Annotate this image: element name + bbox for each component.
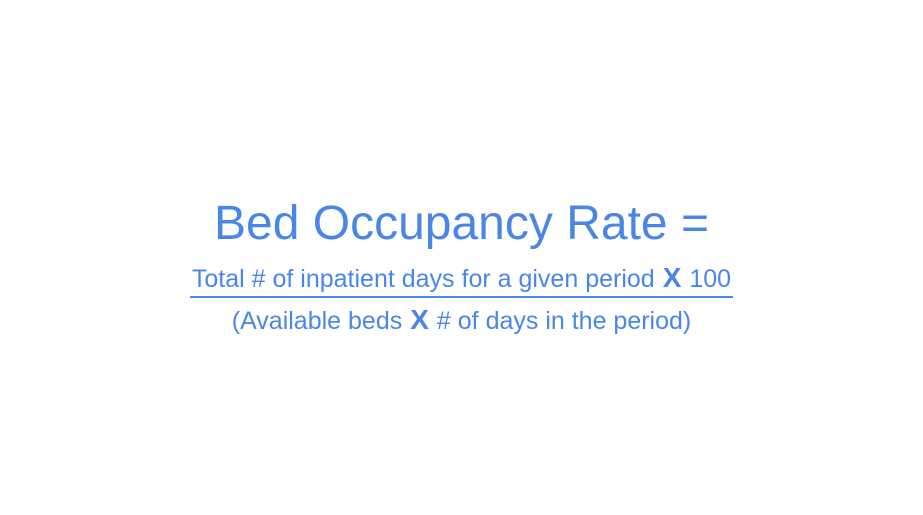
multiply-operator: X xyxy=(410,304,429,335)
formula-numerator: Total # of inpatient days for a given pe… xyxy=(0,262,923,298)
formula-denominator: (Available beds X # of days in the period) xyxy=(0,304,923,337)
formula-title: Bed Occupancy Rate = xyxy=(214,197,709,250)
denominator-days: # of days in the period) xyxy=(436,307,692,335)
multiplier-value: 100 xyxy=(689,265,732,293)
numerator-text: Total # of inpatient days for a given pe… xyxy=(191,265,655,293)
denominator-available-beds: (Available beds xyxy=(231,307,403,335)
multiply-operator: X xyxy=(662,262,682,293)
numerator-line: Total # of inpatient days for a given pe… xyxy=(189,262,734,298)
